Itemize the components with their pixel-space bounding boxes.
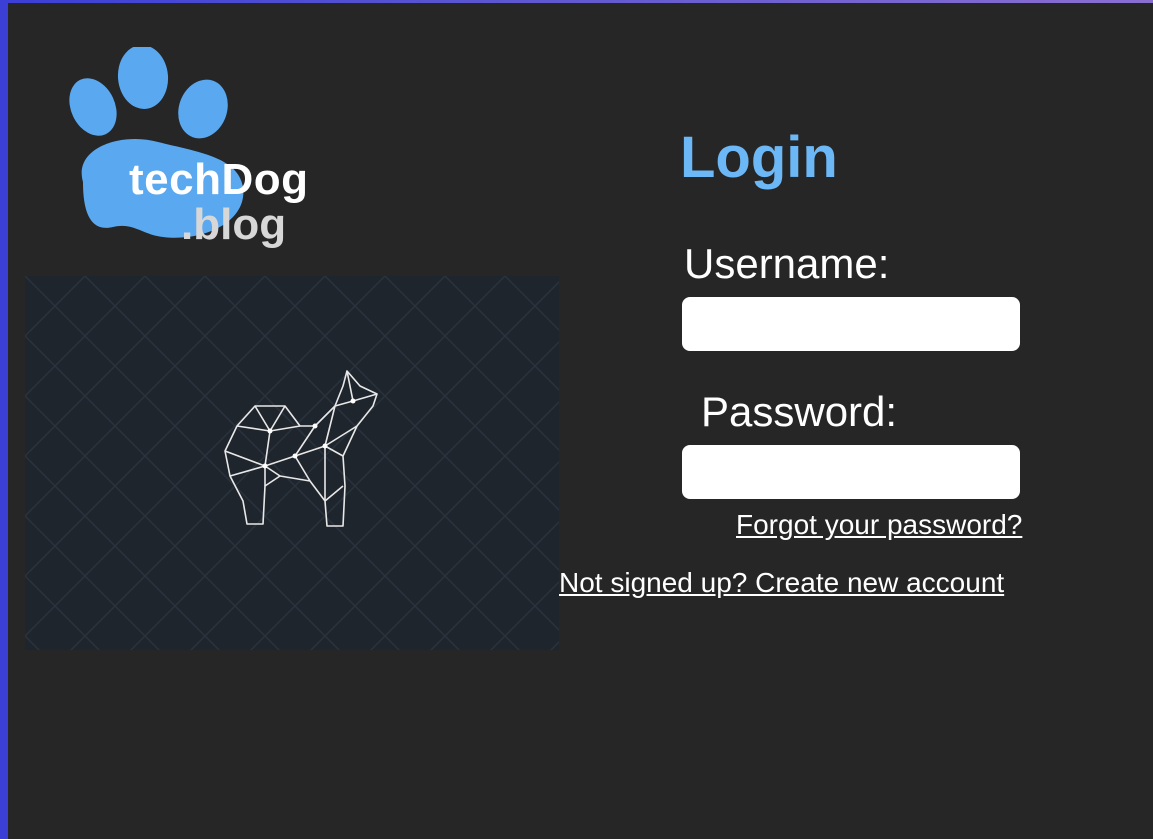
geometric-dog-illustration [25,276,559,650]
username-input[interactable] [682,297,1020,351]
create-account-link[interactable]: Not signed up? Create new account [559,569,1004,597]
brand-domain: .blog [181,200,287,249]
login-title: Login [680,125,838,190]
username-label: Username: [684,240,890,287]
brand-name: techDog [129,155,309,204]
page-frame: techDog .blog Login Username: Password: … [8,3,1153,839]
hero-image [25,276,559,650]
password-label: Password: [701,388,898,435]
site-logo[interactable]: techDog .blog [63,47,323,257]
forgot-password-link[interactable]: Forgot your password? [736,511,1022,539]
password-input[interactable] [682,445,1020,499]
